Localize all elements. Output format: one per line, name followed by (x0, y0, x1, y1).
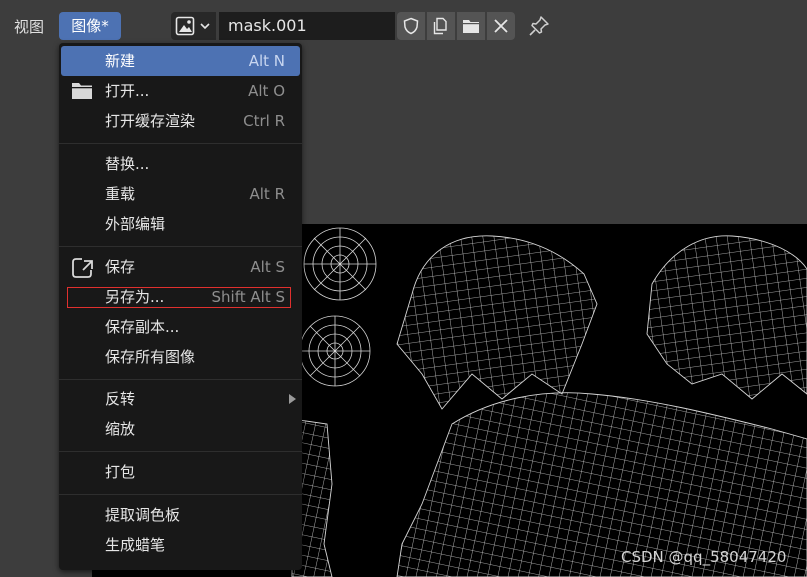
image-menu[interactable]: 图像* (59, 12, 121, 40)
uv-island-top-right (646, 235, 807, 400)
uv-circle-2 (299, 315, 371, 387)
menu-item-shortcut: Alt R (249, 185, 285, 203)
duplicate-icon (433, 17, 447, 35)
menu-item-resize[interactable]: 缩放 (59, 414, 302, 444)
menu-item-edit-externally[interactable]: 外部编辑 (59, 209, 302, 239)
menu-item-shortcut: Alt N (248, 52, 285, 70)
folder-icon (72, 83, 92, 99)
menu-separator (59, 451, 302, 452)
menu-item-label: 提取调色板 (105, 506, 181, 524)
menu-item-label: 打包 (105, 463, 136, 481)
uv-circle-1 (303, 227, 377, 301)
menu-item-open[interactable]: 打开... Alt O (59, 76, 302, 106)
menu-item-extract-palette[interactable]: 提取调色板 (59, 500, 302, 530)
menu-item-pack[interactable]: 打包 (59, 457, 302, 487)
menu-item-invert[interactable]: 反转 (59, 384, 302, 414)
menu-item-open-cached-render[interactable]: 打开缓存渲染 Ctrl R (59, 106, 302, 136)
menu-item-shortcut: Alt O (248, 82, 285, 100)
menu-item-save-all-images[interactable]: 保存所有图像 (59, 342, 302, 372)
menu-item-save[interactable]: 保存 Alt S (59, 252, 302, 282)
menu-separator (59, 379, 302, 380)
uv-island-top-center (396, 235, 598, 410)
folder-icon (463, 20, 479, 33)
menu-item-label: 反转 (105, 390, 136, 408)
menu-item-label: 打开... (105, 82, 150, 100)
close-icon (494, 19, 508, 33)
menu-item-save-copy[interactable]: 保存副本... (59, 312, 302, 342)
menu-separator (59, 143, 302, 144)
menu-item-shortcut: Ctrl R (243, 112, 285, 130)
view-menu[interactable]: 视图 (14, 16, 44, 37)
fake-user-button[interactable] (397, 12, 425, 40)
submenu-arrow-icon (289, 394, 296, 404)
menu-item-label: 替换... (105, 155, 150, 173)
menu-item-label: 重载 (105, 185, 136, 203)
image-type-dropdown[interactable] (171, 12, 216, 40)
new-image-button[interactable] (427, 12, 455, 40)
save-as-highlight-box (67, 287, 291, 308)
unlink-image-button[interactable] (487, 12, 515, 40)
menu-item-replace[interactable]: 替换... (59, 149, 302, 179)
save-icon (72, 258, 93, 278)
menu-item-label: 保存 (105, 258, 136, 276)
shield-icon (403, 17, 419, 35)
menu-item-label: 缩放 (105, 420, 136, 438)
menu-item-label: 生成蜡笔 (105, 536, 166, 554)
image-name-field[interactable]: mask.001 (219, 12, 395, 40)
menu-item-new[interactable]: 新建 Alt N (61, 46, 300, 76)
image-type-icon (175, 16, 210, 36)
menu-item-label: 保存副本... (105, 318, 180, 336)
menu-item-shortcut: Alt S (250, 258, 285, 276)
open-image-button[interactable] (457, 12, 485, 40)
watermark: CSDN @qq_58047420 (621, 548, 787, 566)
menu-item-label: 打开缓存渲染 (105, 112, 196, 130)
menu-item-label: 保存所有图像 (105, 348, 196, 366)
menu-item-label: 新建 (105, 52, 136, 70)
menu-separator (59, 246, 302, 247)
menu-item-label: 外部编辑 (105, 215, 166, 233)
menu-item-generate-grease-pencil[interactable]: 生成蜡笔 (59, 530, 302, 560)
pin-icon[interactable] (527, 14, 551, 38)
menu-item-reload[interactable]: 重载 Alt R (59, 179, 302, 209)
menu-separator (59, 494, 302, 495)
